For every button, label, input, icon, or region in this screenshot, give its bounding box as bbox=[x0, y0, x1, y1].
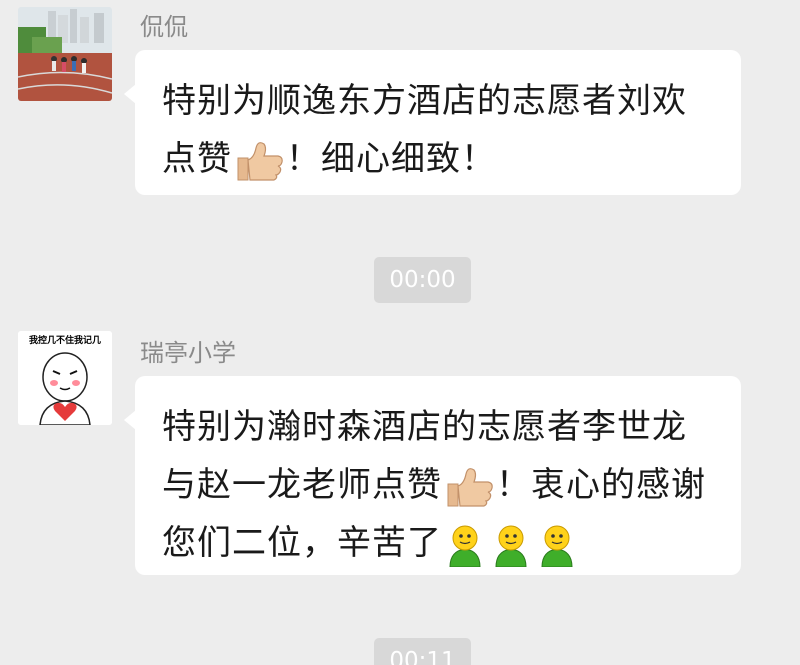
smiling-figure-icon bbox=[536, 523, 578, 567]
message-text: ！衷心的感谢 bbox=[496, 465, 706, 505]
thumbs-up-icon bbox=[444, 466, 494, 508]
avatar-photo-icon bbox=[18, 7, 112, 101]
avatar-caption: 我控几不住我记几 bbox=[29, 334, 101, 346]
timestamp: 00:11 bbox=[374, 638, 471, 665]
message-line: 特别为顺逸东方酒店的志愿者刘欢 bbox=[162, 81, 687, 121]
avatar[interactable]: 我控几不住我记几 bbox=[18, 331, 112, 425]
timestamp: 00:00 bbox=[374, 257, 471, 303]
message-text: 您们二位，辛苦了 bbox=[162, 523, 442, 563]
message-line: 与赵一龙老师点赞 ！衷心的感谢 bbox=[162, 456, 715, 514]
meme-face-avatar-icon: 我控几不住我记几 bbox=[18, 331, 112, 425]
message-line: 特别为瀚时森酒店的志愿者李世龙 bbox=[162, 407, 687, 447]
message-text: ！细心细致！ bbox=[286, 139, 496, 179]
chat-screen: 侃侃 特别为顺逸东方酒店的志愿者刘欢 点赞 ！细心细致！ 00:00 我控几不住我… bbox=[0, 0, 800, 665]
smiling-figure-icon bbox=[490, 523, 532, 567]
sender-name: 瑞亭小学 bbox=[140, 339, 236, 367]
message-text: 与赵一龙老师点赞 bbox=[162, 465, 442, 505]
avatar[interactable] bbox=[18, 7, 112, 101]
message-line: 点赞 ！细心细致！ bbox=[162, 130, 715, 188]
thumbs-up-icon bbox=[234, 140, 284, 182]
message-text: 点赞 bbox=[162, 139, 232, 179]
message-line: 您们二位，辛苦了 bbox=[162, 514, 715, 572]
sender-name: 侃侃 bbox=[140, 13, 188, 41]
smiling-figure-icon bbox=[444, 523, 486, 567]
message-bubble[interactable]: 特别为顺逸东方酒店的志愿者刘欢 点赞 ！细心细致！ bbox=[124, 50, 741, 195]
message-bubble[interactable]: 特别为瀚时森酒店的志愿者李世龙 与赵一龙老师点赞 ！衷心的感谢 您们二位，辛苦了 bbox=[124, 376, 741, 575]
